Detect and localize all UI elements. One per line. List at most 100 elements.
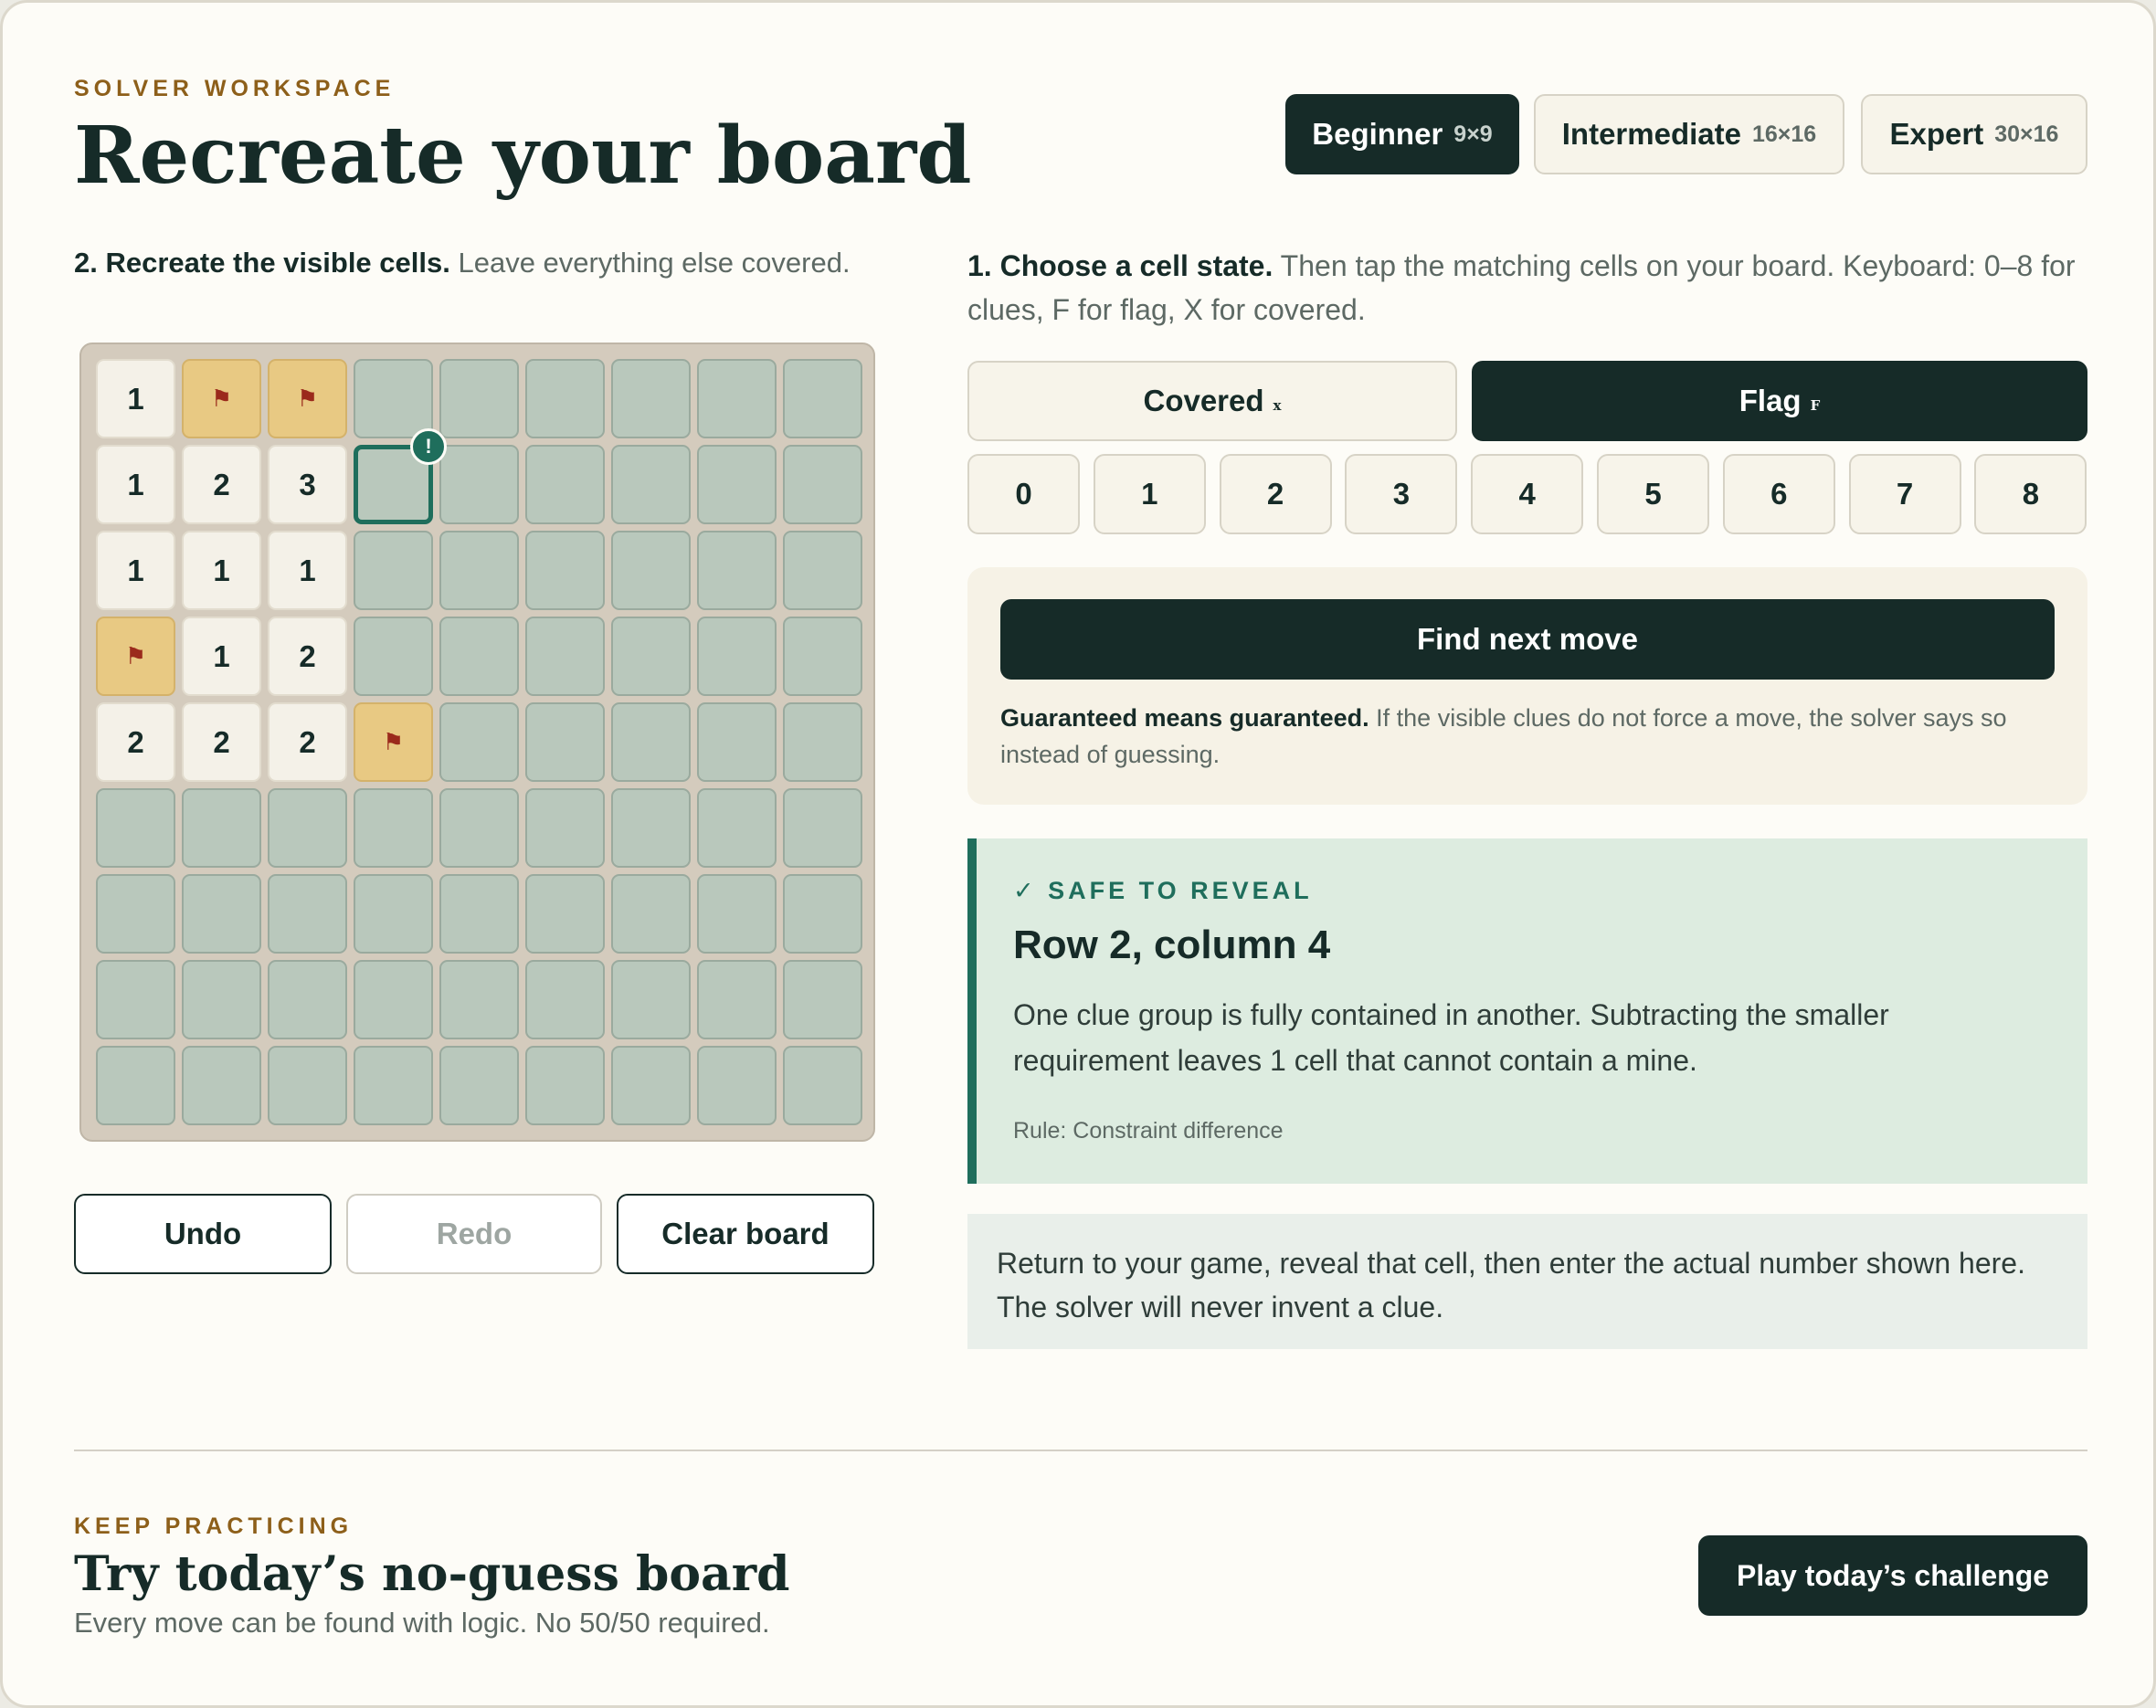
clue-cell[interactable]: 1 [96,531,175,610]
clue-cell[interactable]: 2 [268,617,347,696]
covered-cell[interactable] [611,445,691,524]
covered-cell[interactable] [611,702,691,782]
covered-cell[interactable] [354,359,433,438]
covered-cell[interactable] [783,445,862,524]
covered-cell[interactable] [697,531,777,610]
covered-cell[interactable] [439,960,519,1039]
covered-cell[interactable] [697,702,777,782]
flagged-cell[interactable]: ⚑ [354,702,433,782]
clear-board-button[interactable]: Clear board [617,1194,874,1274]
covered-cell[interactable] [783,960,862,1039]
covered-cell[interactable] [783,702,862,782]
covered-cell[interactable] [354,617,433,696]
flagged-cell[interactable]: ⚑ [96,617,175,696]
covered-cell[interactable] [611,359,691,438]
covered-cell[interactable] [268,874,347,954]
covered-cell[interactable] [611,617,691,696]
clue-cell[interactable]: 1 [182,531,261,610]
covered-cell[interactable] [268,788,347,868]
play-challenge-button[interactable]: Play today’s challenge [1698,1535,2087,1616]
covered-cell[interactable] [96,788,175,868]
number-button-5[interactable]: 5 [1597,454,1709,534]
covered-cell[interactable] [611,1046,691,1125]
covered-cell[interactable] [525,874,605,954]
clue-cell[interactable]: 1 [182,617,261,696]
covered-cell[interactable] [783,874,862,954]
redo-button[interactable]: Redo [346,1194,602,1274]
clue-cell[interactable]: 3 [268,445,347,524]
covered-cell[interactable] [525,702,605,782]
clue-cell[interactable]: 1 [96,359,175,438]
covered-cell[interactable] [611,960,691,1039]
covered-cell[interactable] [697,359,777,438]
clue-cell[interactable]: 1 [268,531,347,610]
number-button-7[interactable]: 7 [1848,454,1961,534]
clue-cell[interactable]: 2 [96,702,175,782]
covered-cell[interactable] [697,1046,777,1125]
flag-state-button[interactable]: Flag F [1472,361,2087,441]
covered-cell[interactable] [783,788,862,868]
covered-cell[interactable] [354,531,433,610]
covered-cell[interactable] [439,445,519,524]
number-button-2[interactable]: 2 [1219,454,1332,534]
number-button-6[interactable]: 6 [1722,454,1835,534]
covered-cell[interactable] [611,788,691,868]
covered-cell[interactable] [268,1046,347,1125]
clue-cell[interactable]: 1 [96,445,175,524]
flagged-cell[interactable]: ⚑ [182,359,261,438]
covered-cell[interactable] [354,874,433,954]
covered-cell[interactable] [268,960,347,1039]
covered-cell[interactable] [783,617,862,696]
covered-cell[interactable] [525,617,605,696]
covered-cell[interactable] [96,874,175,954]
clue-cell[interactable]: 2 [182,445,261,524]
covered-cell[interactable] [525,788,605,868]
number-button-1[interactable]: 1 [1093,454,1206,534]
covered-state-button[interactable]: Covered x [967,361,1457,441]
number-button-4[interactable]: 4 [1471,454,1584,534]
covered-cell[interactable] [783,1046,862,1125]
number-button-8[interactable]: 8 [1974,454,2087,534]
covered-cell[interactable] [354,788,433,868]
find-next-move-button[interactable]: Find next move [1000,599,2055,680]
clue-cell[interactable]: 2 [182,702,261,782]
covered-cell[interactable] [697,874,777,954]
covered-cell[interactable] [354,1046,433,1125]
covered-cell[interactable] [697,617,777,696]
covered-cell[interactable] [182,960,261,1039]
covered-cell[interactable] [697,960,777,1039]
covered-cell[interactable] [783,531,862,610]
covered-cell[interactable] [439,531,519,610]
covered-cell[interactable] [439,1046,519,1125]
covered-cell[interactable] [439,359,519,438]
covered-cell[interactable] [354,960,433,1039]
covered-cell[interactable] [697,788,777,868]
covered-cell[interactable] [611,874,691,954]
covered-cell[interactable] [439,702,519,782]
covered-shortcut: x [1273,397,1282,414]
covered-cell[interactable] [439,788,519,868]
covered-cell[interactable] [439,617,519,696]
covered-cell[interactable] [96,960,175,1039]
covered-cell[interactable] [525,359,605,438]
number-button-0[interactable]: 0 [967,454,1080,534]
clue-cell[interactable]: 2 [268,702,347,782]
covered-cell[interactable] [96,1046,175,1125]
covered-cell[interactable] [525,960,605,1039]
difficulty-expert-button[interactable]: Expert 30×16 [1861,94,2087,174]
covered-cell[interactable] [525,445,605,524]
covered-cell[interactable] [697,445,777,524]
covered-cell[interactable] [182,874,261,954]
covered-cell[interactable] [525,1046,605,1125]
covered-cell[interactable] [611,531,691,610]
difficulty-beginner-button[interactable]: Beginner 9×9 [1285,94,1519,174]
covered-cell[interactable] [783,359,862,438]
covered-cell[interactable] [182,1046,261,1125]
undo-button[interactable]: Undo [74,1194,332,1274]
covered-cell[interactable] [182,788,261,868]
covered-cell[interactable] [525,531,605,610]
covered-cell[interactable] [439,874,519,954]
flagged-cell[interactable]: ⚑ [268,359,347,438]
number-button-3[interactable]: 3 [1345,454,1458,534]
difficulty-intermediate-button[interactable]: Intermediate 16×16 [1534,94,1844,174]
